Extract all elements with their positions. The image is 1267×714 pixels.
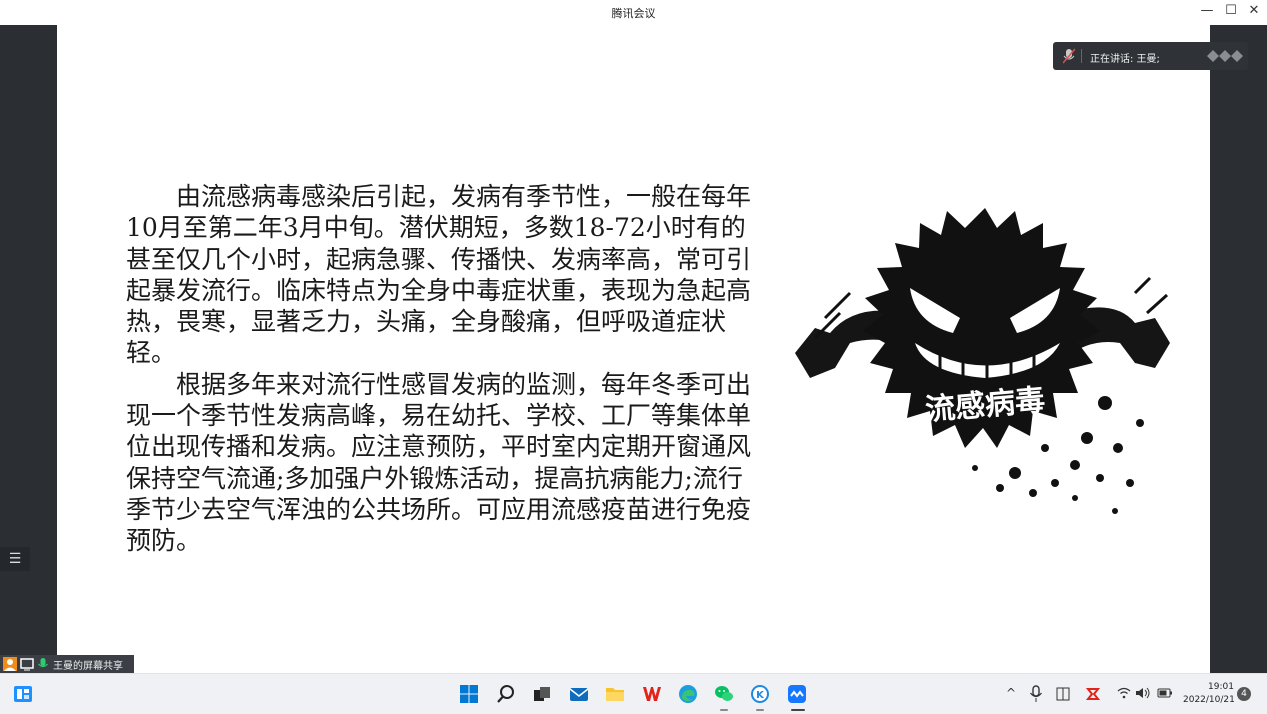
volume-icon[interactable] [1135,687,1151,699]
widgets-icon[interactable] [13,684,33,704]
svg-text:K: K [756,690,765,701]
member-list-icon[interactable]: ☰ [0,547,30,571]
wps-office-icon[interactable] [642,684,662,704]
speaker-label: 正在讲话: 王曼; [1090,54,1160,65]
microphone-icon[interactable] [1029,685,1043,703]
active-speaker-indicator: 正在讲话: 王曼; [1053,42,1248,70]
screen-share-icon [20,658,34,671]
battery-icon[interactable] [1157,688,1173,698]
clock-date[interactable]: 2022/10/21 [1183,695,1235,705]
windows-start-icon[interactable] [459,684,479,704]
separator [1081,49,1082,63]
search-icon[interactable] [496,684,516,704]
screen-share-label: 王曼的屏幕共享 [53,661,123,672]
screen-share-label-bar: 王曼的屏幕共享 [0,655,134,673]
user-icon [3,657,17,671]
kugou-running-indicator [756,709,764,711]
wifi-icon[interactable] [1117,687,1131,699]
clock-time[interactable]: 19:01 [1208,682,1234,692]
close-button[interactable]: ✕ [1244,3,1264,18]
show-hidden-icons-icon[interactable]: ^ [1006,686,1016,700]
kugou-music-icon[interactable]: K [750,684,770,704]
slide-paragraph-2: 根据多年来对流行性感冒发病的监测，每年冬季可出现一个季节性发病高峰，易在幼托、学… [126,369,752,556]
maximize-button[interactable]: ☐ [1221,3,1241,18]
slide-paragraph-1: 由流感病毒感染后引起，发病有季节性，一般在每年10月至第二年3月中旬。潜伏期短，… [126,182,752,368]
slide-text: 由流感病毒感染后引起，发病有季节性，一般在每年10月至第二年3月中旬。潜伏期短，… [126,181,756,557]
task-view-icon[interactable] [532,684,552,704]
taskbar: K ^ 19:01 2022/10/21 4 [0,673,1267,714]
input-method-icon[interactable] [1055,686,1071,702]
notification-badge[interactable]: 4 [1237,687,1251,701]
mic-icon [38,658,48,668]
flu-virus-illustration: 流感病毒 [795,208,1170,514]
tencent-meeting-logo-icon [1207,50,1243,62]
meeting-active-indicator [791,709,805,711]
mail-icon[interactable] [569,684,589,704]
window-title: 腾讯会议 [611,7,656,20]
shared-slide: 由流感病毒感染后引起，发病有季节性，一般在每年10月至第二年3月中旬。潜伏期短，… [57,25,1210,673]
minimize-button[interactable]: — [1197,3,1217,18]
title-bar: 腾讯会议 — ☐ ✕ [0,0,1267,25]
security-app-icon[interactable] [1085,686,1101,702]
muted-mic-icon [1063,48,1075,64]
wechat-running-indicator [720,709,728,711]
tencent-meeting-app-icon[interactable] [787,684,807,704]
file-explorer-icon[interactable] [605,684,625,704]
edge-browser-icon[interactable] [678,684,698,704]
wechat-icon[interactable] [714,684,734,704]
